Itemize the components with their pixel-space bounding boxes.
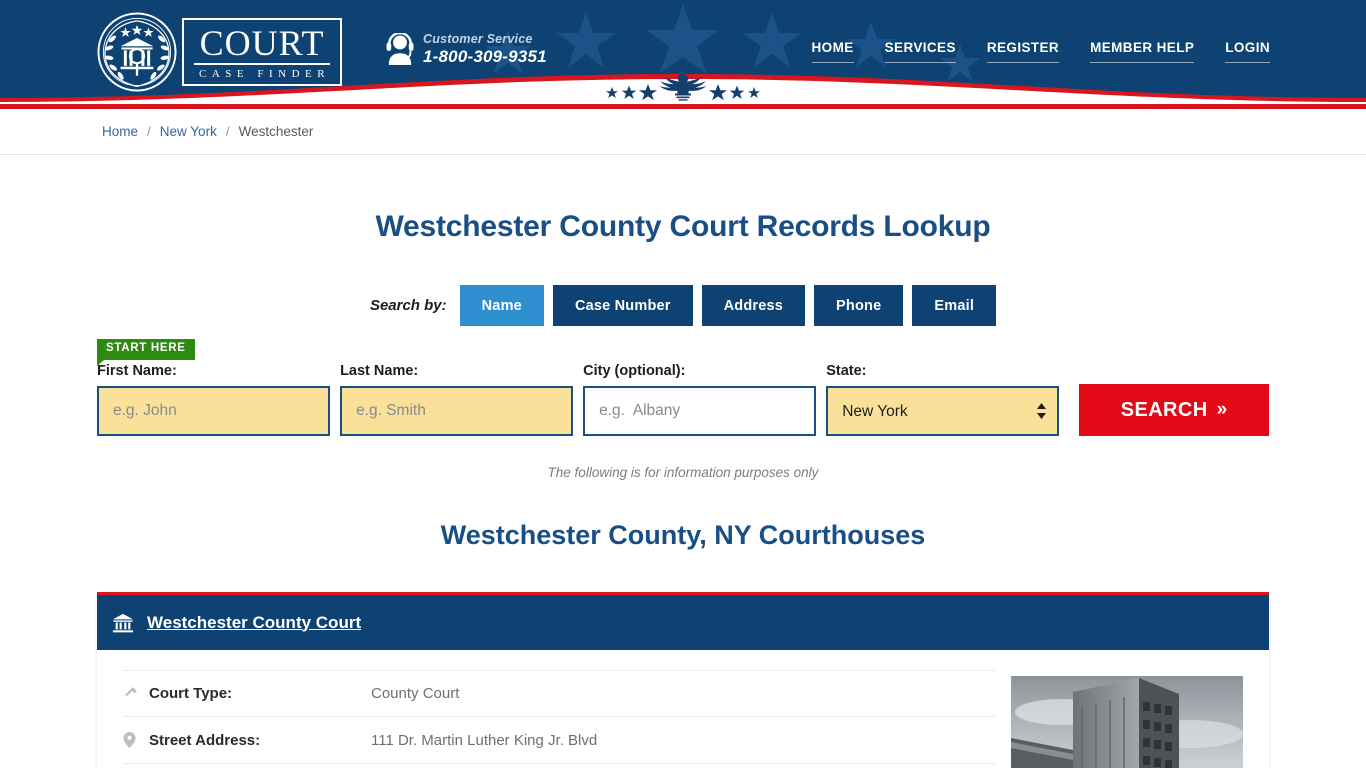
section-title: Westchester County, NY Courthouses [440,520,926,550]
first-name-label: First Name: [97,363,177,379]
state-field-group: State: New York [826,363,1060,436]
city-input[interactable] [583,386,817,436]
court-detail-list: Court Type: County Court Street Address:… [123,670,995,768]
tab-address[interactable]: Address [701,285,806,326]
eagle-stars-emblem [590,72,776,102]
state-select[interactable]: New York [826,386,1060,436]
detail-row-court-type: Court Type: County Court [123,670,995,717]
last-name-label: Last Name: [340,363,419,379]
site-header: COURT CASE FINDER Customer Service 1-800… [0,0,1366,104]
tab-case-number[interactable]: Case Number [552,285,693,326]
detail-row-street-address: Street Address: 111 Dr. Martin Luther Ki… [123,717,995,764]
search-by-label: Search by: [369,297,447,314]
court-name-link[interactable]: Westchester County Court [147,613,361,633]
breadcrumb-item-new-york[interactable]: New York [160,124,217,139]
state-label: State: [826,363,867,379]
first-name-input[interactable] [97,386,331,436]
tab-name[interactable]: Name [459,285,544,326]
breadcrumb: Home / New York / Westchester [0,109,1366,155]
detail-value-court-type: County Court [371,685,460,702]
gavel-icon [123,686,149,701]
tab-email[interactable]: Email [912,285,997,326]
map-pin-icon [123,732,149,748]
court-card-header: Westchester County Court [97,595,1269,650]
disclaimer-text: The following is for information purpose… [547,465,819,480]
first-name-field-group: First Name: [97,363,331,436]
last-name-input[interactable] [340,386,574,436]
main-content: Westchester County Court Records Lookup … [0,210,1366,768]
courthouse-building-photo [1011,676,1243,768]
tab-phone[interactable]: Phone [814,285,904,326]
detail-label-street-address: Street Address: [149,731,261,749]
city-field-group: City (optional): [583,363,817,436]
breadcrumb-item-home[interactable]: Home [102,124,138,139]
city-label: City (optional): [583,363,686,379]
search-by-tabs: Search by: Name Case Number Address Phon… [0,285,1366,326]
breadcrumb-separator: / [147,124,151,139]
detail-value-street-address: 111 Dr. Martin Luther King Jr. Blvd [371,731,598,749]
breadcrumb-item-westchester: Westchester [238,124,314,139]
detail-label-court-type: Court Type: [149,685,233,702]
last-name-field-group: Last Name: [340,363,574,436]
page-title: Westchester County Court Records Lookup [375,210,991,243]
search-form: START HERE First Name: Last Name: City (… [97,336,1270,436]
search-button[interactable]: SEARCH » [1079,384,1270,436]
chevron-double-right-icon: » [1216,399,1228,420]
breadcrumb-separator: / [225,124,230,139]
court-card: Westchester County Court Court Type: Cou… [97,592,1269,768]
bank-courthouse-icon [112,613,134,632]
customer-service-label: Customer Service [423,32,533,46]
court-card-body: Court Type: County Court Street Address:… [97,650,1269,768]
court-photo [1011,670,1243,768]
search-button-label: SEARCH [1120,398,1208,421]
detail-row-city: City: White Plains [123,764,995,768]
start-here-badge: START HERE [97,339,195,365]
